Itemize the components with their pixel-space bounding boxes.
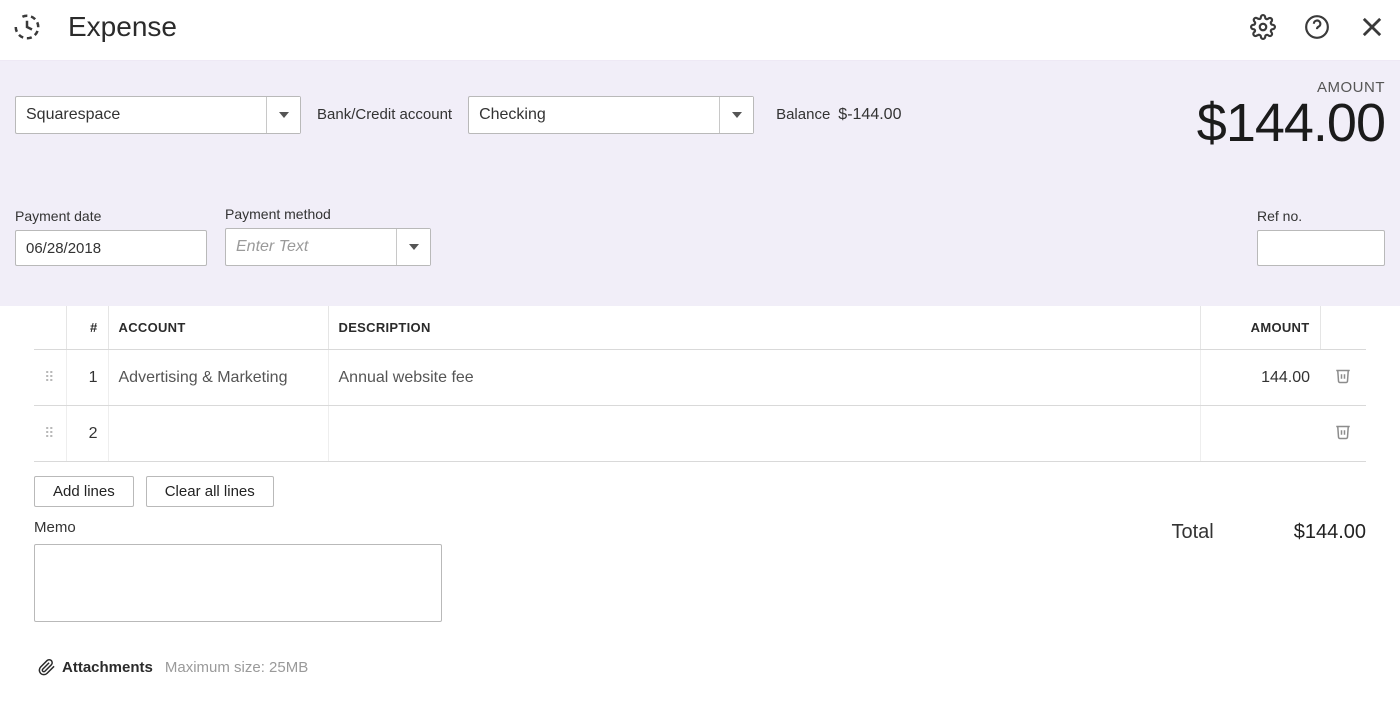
payment-method-dropdown-toggle[interactable] — [396, 229, 430, 265]
header-row-2: Payment date Payment method Ref no. — [15, 206, 1385, 266]
col-description-header: DESCRIPTION — [328, 306, 1200, 350]
payment-method-label: Payment method — [225, 206, 431, 222]
amount-summary: AMOUNT $144.00 — [1197, 79, 1385, 150]
payee-dropdown-toggle[interactable] — [266, 97, 300, 133]
delete-line-button[interactable] — [1334, 366, 1352, 387]
chevron-down-icon — [732, 112, 742, 118]
header-actions — [1246, 9, 1392, 45]
trash-icon — [1334, 366, 1352, 384]
col-amount-header: AMOUNT — [1200, 306, 1320, 350]
col-number-header: # — [66, 306, 108, 350]
close-button[interactable] — [1354, 9, 1390, 45]
account-balance: Balance $-144.00 — [776, 106, 901, 124]
table-row[interactable]: ⠿ 1 Advertising & Marketing Annual websi… — [34, 350, 1366, 406]
line-amount[interactable]: 144.00 — [1200, 350, 1320, 406]
ref-no-field: Ref no. — [1257, 208, 1385, 266]
bank-account-select[interactable] — [468, 96, 754, 134]
bank-account-input[interactable] — [469, 97, 719, 133]
help-button[interactable] — [1300, 10, 1334, 44]
attachments-row: Attachments Maximum size: 25MB — [0, 622, 1400, 676]
memo-total-row: Memo Total $144.00 — [0, 507, 1400, 622]
drag-handle-icon[interactable]: ⠿ — [44, 425, 55, 441]
history-icon[interactable] — [8, 8, 46, 46]
memo-input[interactable] — [34, 544, 442, 622]
line-amount[interactable] — [1200, 406, 1320, 462]
paperclip-icon — [38, 658, 56, 676]
page-title: Expense — [68, 11, 177, 43]
ref-no-input[interactable] — [1257, 230, 1385, 266]
balance-label: Balance — [776, 106, 830, 123]
line-number: 2 — [66, 406, 108, 462]
account-label: Bank/Credit account — [317, 106, 452, 123]
attachments-hint: Maximum size: 25MB — [165, 659, 308, 676]
header-left: Expense — [8, 8, 177, 46]
page-header: Expense — [0, 0, 1400, 60]
attachments-label: Attachments — [62, 659, 153, 676]
bank-account-dropdown-toggle[interactable] — [719, 97, 753, 133]
trash-icon — [1334, 422, 1352, 440]
clear-all-lines-button[interactable]: Clear all lines — [146, 476, 274, 507]
col-handle — [34, 306, 66, 350]
payment-method-select[interactable] — [225, 228, 431, 266]
line-description[interactable] — [328, 406, 1200, 462]
transaction-header-panel: Bank/Credit account Balance $-144.00 AMO… — [0, 60, 1400, 306]
add-lines-button[interactable]: Add lines — [34, 476, 134, 507]
line-items-table: # ACCOUNT DESCRIPTION AMOUNT ⠿ 1 Adverti… — [34, 306, 1366, 462]
ref-no-label: Ref no. — [1257, 208, 1385, 224]
balance-value: $-144.00 — [838, 106, 901, 124]
total-label: Total — [1171, 521, 1213, 544]
line-items-section: # ACCOUNT DESCRIPTION AMOUNT ⠿ 1 Adverti… — [0, 306, 1400, 462]
line-description[interactable]: Annual website fee — [328, 350, 1200, 406]
col-account-header: ACCOUNT — [108, 306, 328, 350]
memo-field: Memo — [34, 519, 442, 622]
header-row-1: Bank/Credit account Balance $-144.00 AMO… — [15, 79, 1385, 150]
help-icon — [1304, 14, 1330, 40]
chevron-down-icon — [409, 244, 419, 250]
line-account[interactable]: Advertising & Marketing — [108, 350, 328, 406]
total-summary: Total $144.00 — [1171, 519, 1366, 544]
payment-method-input[interactable] — [226, 229, 396, 265]
payment-method-field: Payment method — [225, 206, 431, 266]
col-actions — [1320, 306, 1366, 350]
payment-date-input[interactable] — [15, 230, 207, 266]
line-number: 1 — [66, 350, 108, 406]
payment-date-field: Payment date — [15, 208, 207, 266]
table-row[interactable]: ⠿ 2 — [34, 406, 1366, 462]
amount-value: $144.00 — [1197, 96, 1385, 150]
total-value: $144.00 — [1294, 521, 1366, 544]
memo-label: Memo — [34, 519, 442, 536]
line-account[interactable] — [108, 406, 328, 462]
attachments-button[interactable]: Attachments — [38, 658, 153, 676]
delete-line-button[interactable] — [1334, 422, 1352, 443]
gear-icon — [1250, 14, 1276, 40]
settings-button[interactable] — [1246, 10, 1280, 44]
payee-input[interactable] — [16, 97, 266, 133]
payee-select[interactable] — [15, 96, 301, 134]
line-action-buttons: Add lines Clear all lines — [0, 462, 1400, 507]
chevron-down-icon — [279, 112, 289, 118]
drag-handle-icon[interactable]: ⠿ — [44, 369, 55, 385]
payment-date-label: Payment date — [15, 208, 207, 224]
close-icon — [1358, 13, 1386, 41]
